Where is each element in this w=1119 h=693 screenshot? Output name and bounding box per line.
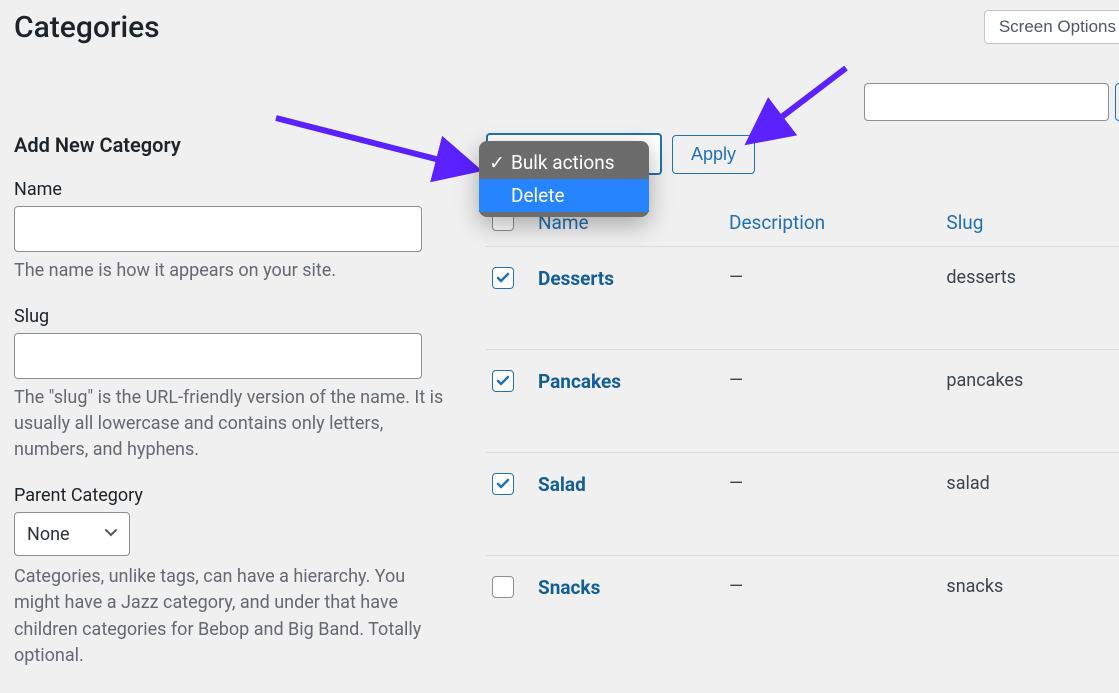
category-name-link[interactable]: Desserts: [538, 267, 614, 290]
category-slug: pancakes: [940, 350, 1119, 453]
name-input[interactable]: [14, 206, 422, 252]
row-checkbox[interactable]: [492, 370, 514, 392]
category-name-link[interactable]: Snacks: [538, 576, 600, 599]
parent-category-select[interactable]: None: [14, 512, 130, 556]
row-checkbox[interactable]: [492, 473, 514, 495]
table-row: Pancakes —pancakes: [486, 350, 1119, 453]
parent-selected-value: None: [27, 524, 70, 545]
bulk-actions-dropdown: ✓ Bulk actions ✓ Delete: [479, 141, 649, 217]
category-description: —: [723, 453, 940, 556]
slug-input[interactable]: [14, 333, 422, 379]
name-help-text: The name is how it appears on your site.: [14, 258, 454, 284]
dropdown-option-label: Bulk actions: [511, 151, 615, 174]
dropdown-option-label: Delete: [511, 184, 565, 207]
table-row: Salad —salad: [486, 453, 1119, 556]
bulk-option-bulk-actions[interactable]: ✓ Bulk actions: [479, 146, 649, 179]
search-input[interactable]: [864, 83, 1109, 121]
slug-help-text: The "slug" is the URL-friendly version o…: [14, 385, 454, 463]
parent-help-text: Categories, unlike tags, can have a hier…: [14, 564, 454, 668]
page-title: Categories: [14, 10, 160, 45]
annotation-arrow-left: [271, 113, 491, 193]
category-description: —: [723, 556, 940, 662]
category-slug: snacks: [940, 556, 1119, 662]
parent-label: Parent Category: [14, 485, 454, 506]
chevron-down-icon: [103, 524, 119, 545]
annotation-arrow-right: [736, 63, 856, 153]
row-checkbox[interactable]: [492, 576, 514, 598]
category-description: —: [723, 247, 940, 350]
table-row: Snacks —snacks: [486, 556, 1119, 662]
category-name-link[interactable]: Salad: [538, 473, 586, 496]
category-description: —: [723, 350, 940, 453]
screen-options-button[interactable]: Screen Options: [984, 10, 1119, 44]
category-name-link[interactable]: Pancakes: [538, 370, 621, 393]
bulk-option-delete[interactable]: ✓ Delete: [479, 179, 649, 212]
col-header-slug[interactable]: Slug: [940, 199, 1119, 247]
slug-label: Slug: [14, 306, 454, 327]
table-row: Desserts —desserts: [486, 247, 1119, 350]
col-header-description[interactable]: Description: [723, 199, 940, 247]
category-slug: desserts: [940, 247, 1119, 350]
category-slug: salad: [940, 453, 1119, 556]
search-button[interactable]: S: [1115, 83, 1119, 121]
check-icon: ✓: [489, 151, 505, 174]
row-checkbox[interactable]: [492, 267, 514, 289]
